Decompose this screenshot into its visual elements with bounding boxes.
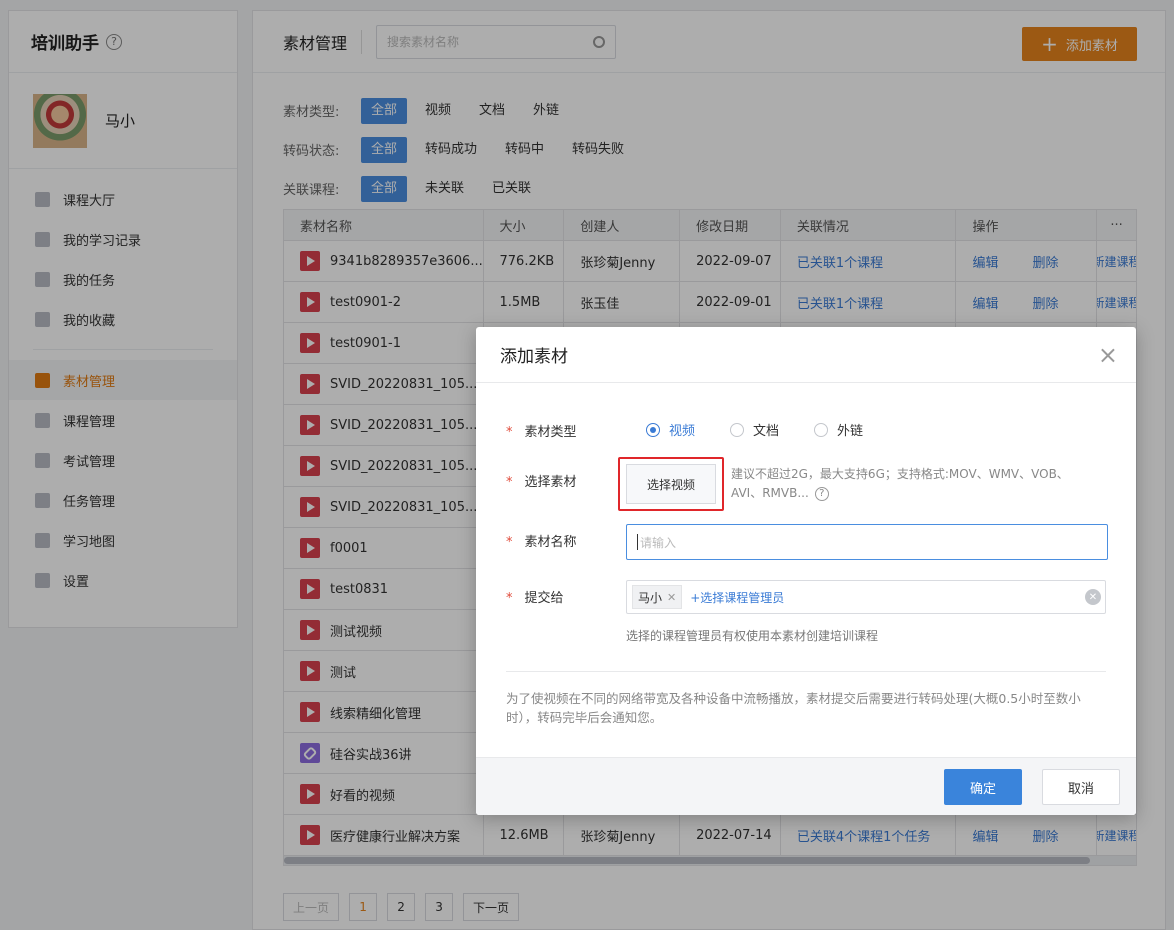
select-video-highlight: 选择视频 bbox=[618, 457, 724, 511]
dialog-title: 添加素材 bbox=[500, 347, 568, 367]
dialog-body: * 素材类型 视频 文档 外链 * 选择素材 选择视频 建议不超过2G，最大支持6G… bbox=[476, 383, 1136, 757]
radio-video-label: 视频 bbox=[669, 424, 696, 439]
clear-icon[interactable]: ✕ bbox=[1085, 589, 1101, 605]
radio-document[interactable]: 文档 bbox=[730, 420, 779, 439]
select-material-label: * 选择素材 bbox=[506, 471, 577, 490]
admin-tag-label: 马小 bbox=[638, 590, 663, 605]
submit-to-field[interactable]: 马小 ✕ +选择课程管理员 ✕ bbox=[626, 580, 1106, 614]
submit-hint: 选择的课程管理员有权使用本素材创建培训课程 bbox=[626, 629, 879, 643]
close-icon[interactable]: × bbox=[1098, 343, 1118, 367]
text-caret bbox=[637, 534, 638, 550]
material-name-label: * 素材名称 bbox=[506, 531, 577, 550]
dialog-footer: 确定 取消 bbox=[476, 757, 1136, 815]
material-type-label-text: 素材类型 bbox=[524, 425, 577, 440]
required-mark: * bbox=[506, 591, 513, 606]
radio-link[interactable]: 外链 bbox=[814, 420, 863, 439]
question-icon[interactable]: ? bbox=[814, 486, 829, 501]
required-mark: * bbox=[506, 425, 513, 440]
material-type-label: * 素材类型 bbox=[506, 421, 577, 440]
material-name-placeholder: 请输入 bbox=[640, 535, 677, 550]
upload-hint-text: 建议不超过2G，最大支持6G；支持格式:MOV、WMV、VOB、AVI、RMVB… bbox=[731, 467, 1069, 500]
required-mark: * bbox=[506, 475, 513, 490]
transcode-notice: 为了使视频在不同的网络带宽及各种设备中流畅播放，素材提交后需要进行转码处理(大概… bbox=[506, 691, 1081, 725]
cancel-button[interactable]: 取消 bbox=[1042, 769, 1120, 805]
radio-dot bbox=[730, 422, 744, 437]
material-name-label-text: 素材名称 bbox=[524, 535, 577, 550]
submit-to-label: * 提交给 bbox=[506, 587, 564, 606]
divider bbox=[506, 671, 1106, 672]
material-name-input[interactable]: 请输入 bbox=[626, 524, 1108, 560]
select-admin-link[interactable]: +选择课程管理员 bbox=[690, 589, 784, 606]
confirm-button[interactable]: 确定 bbox=[944, 769, 1022, 805]
required-mark: * bbox=[506, 535, 513, 550]
dialog-header: 添加素材 × bbox=[476, 327, 1136, 383]
submit-to-label-text: 提交给 bbox=[524, 591, 564, 606]
radio-video[interactable]: 视频 bbox=[646, 420, 695, 439]
radio-dot bbox=[646, 422, 660, 437]
radio-link-label: 外链 bbox=[837, 424, 864, 439]
upload-hint: 建议不超过2G，最大支持6G；支持格式:MOV、WMV、VOB、AVI、RMVB… bbox=[731, 465, 1071, 503]
select-material-label-text: 选择素材 bbox=[524, 475, 577, 490]
select-video-button[interactable]: 选择视频 bbox=[626, 464, 716, 504]
tag-remove-icon[interactable]: ✕ bbox=[667, 591, 676, 604]
add-material-dialog: 添加素材 × * 素材类型 视频 文档 外链 * 选择素材 选择视频 建议不超过2G… bbox=[476, 327, 1136, 815]
radio-dot bbox=[814, 422, 828, 437]
admin-tag: 马小 ✕ bbox=[632, 585, 683, 609]
radio-document-label: 文档 bbox=[753, 424, 780, 439]
